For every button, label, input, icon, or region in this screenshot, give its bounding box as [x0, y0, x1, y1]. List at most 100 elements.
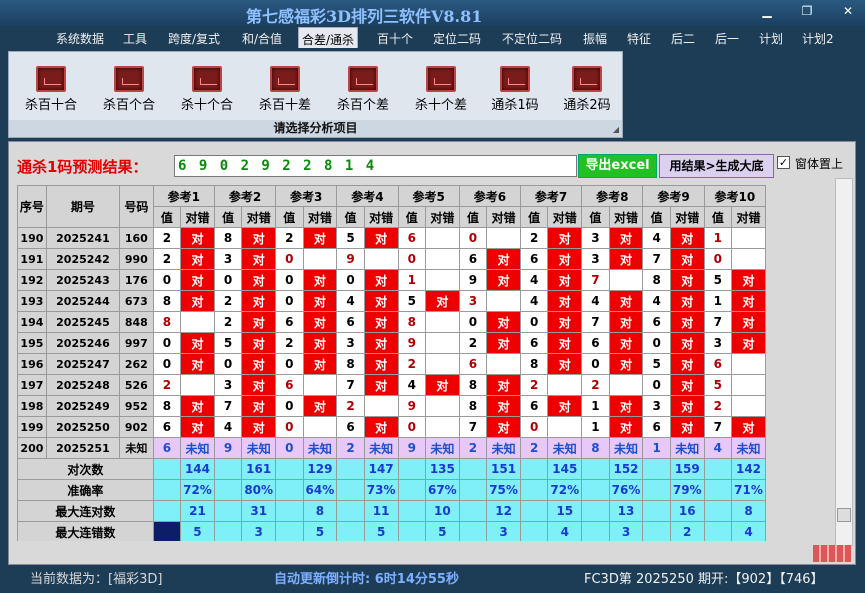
stats-spacer	[458, 500, 488, 522]
table-row[interactable]: 198 2025249 952 8 对 7 对 0 对 2 9 8 对 6 对 1 对 3 对 2	[17, 395, 766, 417]
menu-feature[interactable]: 特征	[627, 30, 651, 47]
result-cell: 对	[241, 395, 277, 417]
subheader-value: 值	[703, 206, 733, 228]
stats-label: 对次数	[17, 458, 154, 480]
result-cell: 对	[241, 248, 277, 270]
result-cell: 未知	[608, 437, 644, 459]
stats-value: 152	[608, 458, 644, 480]
result-cell	[424, 269, 460, 291]
seq-cell: 198	[17, 395, 47, 417]
vertical-scrollbar[interactable]	[835, 178, 853, 546]
stats-spacer	[581, 521, 610, 541]
menu-tools[interactable]: 工具	[123, 30, 147, 47]
table-row[interactable]: 196 2025247 262 0 对 0 对 0 对 8 对 2 6 8 对 0 对 5 对 6	[17, 353, 766, 375]
menu-position-two[interactable]: 定位二码	[433, 30, 481, 47]
value-cell: 2	[152, 374, 182, 396]
value-cell: 0	[275, 290, 304, 312]
ribbon-button-2[interactable]: 杀百个合	[91, 62, 167, 113]
value-cell: 1	[703, 290, 733, 312]
ribbon-button-8[interactable]: 通杀2码	[549, 62, 625, 113]
minimize-icon[interactable]: ▁	[757, 4, 777, 18]
result-cell	[180, 311, 215, 333]
dialog-launcher-icon[interactable]: ◢	[613, 125, 619, 134]
value-cell: 0	[152, 332, 182, 354]
stats-value: 16	[669, 500, 705, 522]
stats-row: 准确率 72% 80% 64% 73% 67% 75% 72% 76% 79% 71%	[17, 479, 766, 501]
value-cell: 0	[519, 311, 549, 333]
value-cell: 6	[275, 311, 304, 333]
close-icon[interactable]: ✕	[838, 4, 858, 18]
scroll-thumb[interactable]	[837, 508, 851, 522]
value-cell: 2	[152, 227, 182, 249]
stats-spacer	[642, 458, 671, 480]
table-row[interactable]: 190 2025241 160 2 对 8 对 2 对 5 对 6 0 2 对 3 对 4 对 1	[17, 227, 766, 249]
ribbon-button-1[interactable]: 杀百十合	[13, 62, 89, 113]
number-cell: 902	[119, 416, 154, 438]
result-cell	[424, 353, 460, 375]
last-draw-info: FC3D第 2025250 期开:【902】【746】	[584, 572, 824, 587]
menu-sum-diff[interactable]: 合差/通杀	[298, 27, 359, 48]
value-cell: 0	[275, 353, 304, 375]
menu-sum[interactable]: 和/合值	[242, 30, 282, 47]
stay-on-top-checkbox[interactable]: ✓	[777, 156, 790, 169]
ribbon-button-7[interactable]: 通杀1码	[477, 62, 553, 113]
chart-icon	[36, 66, 66, 92]
table-row[interactable]: 191 2025242 990 2 对 3 对 0 9 0 6 对 6 对 3 对 7 对 0	[17, 248, 766, 270]
result-cell: 对	[241, 269, 277, 291]
result-cell	[731, 248, 766, 270]
value-cell: 0	[275, 395, 304, 417]
stats-spacer	[581, 479, 610, 501]
menu-plan[interactable]: 计划	[759, 30, 783, 47]
restore-icon[interactable]: ❐	[797, 4, 817, 18]
table-row[interactable]: 200 2025251 未知 6 未知 9 未知 0 未知 2 未知 9 未知 2 未知 2 未知 8 未知 1 未知 4…	[17, 437, 766, 459]
value-cell: 6	[642, 416, 671, 438]
table-row[interactable]: 194 2025245 848 8 2 对 6 对 6 对 8 0 对 0 对 7 对 6 对 7 对	[17, 311, 766, 333]
ribbon-button-6[interactable]: 杀十个差	[403, 62, 479, 113]
value-cell: 0	[336, 269, 365, 291]
result-cell: 未知	[547, 437, 583, 459]
stats-value: 135	[424, 458, 460, 480]
result-cell	[424, 332, 460, 354]
menu-plan-2[interactable]: 计划2	[802, 30, 834, 47]
table-row[interactable]: 193 2025244 673 8 对 2 对 0 对 4 对 5 对 3 4 对 4 对 4 对 1 对	[17, 290, 766, 312]
chart-icon	[572, 66, 602, 92]
header-ref-6: 参考6	[458, 185, 521, 207]
stats-value: 12	[486, 500, 521, 522]
value-cell: 0	[152, 353, 182, 375]
result-cell: 对	[180, 227, 215, 249]
menu-non-position-two[interactable]: 不定位二码	[502, 30, 562, 47]
ribbon-button-4[interactable]: 杀百十差	[247, 62, 323, 113]
result-cell: 对	[731, 332, 766, 354]
menu-span[interactable]: 跨度/复式	[168, 30, 220, 47]
stats-value: 8	[302, 500, 338, 522]
table-row[interactable]: 195 2025246 997 0 对 5 对 2 对 3 对 9 2 对 6 对 6 对 0 对 3 对	[17, 332, 766, 354]
subheader-result: 对错	[486, 206, 521, 228]
stats-spacer	[519, 500, 549, 522]
result-cell: 对	[547, 227, 583, 249]
value-cell: 7	[458, 416, 488, 438]
result-cell	[424, 248, 460, 270]
table-row[interactable]: 197 2025248 526 2 3 对 6 7 对 4 对 8 对 2 2 0 对 5	[17, 374, 766, 396]
number-cell: 997	[119, 332, 154, 354]
ribbon-button-3[interactable]: 杀十个合	[169, 62, 245, 113]
table-row[interactable]: 199 2025250 902 6 对 4 对 0 6 对 0 7 对 0 1 对 6 对 7 对	[17, 416, 766, 438]
menu-last-two[interactable]: 后二	[671, 30, 695, 47]
ribbon-button-5[interactable]: 杀百个差	[325, 62, 401, 113]
value-cell: 6	[519, 332, 549, 354]
table-row[interactable]: 192 2025243 176 0 对 0 对 0 对 0 对 1 9 对 4 对 7 8 对 5 对	[17, 269, 766, 291]
result-cell: 对	[547, 395, 583, 417]
stats-spacer	[519, 479, 549, 501]
menu-last-one[interactable]: 后一	[715, 30, 739, 47]
stats-value: 161	[241, 458, 277, 480]
generate-base-button[interactable]: 用结果>生成大底	[659, 154, 774, 178]
seq-cell: 195	[17, 332, 47, 354]
menu-hundreds-tens-units[interactable]: 百十个	[377, 30, 413, 47]
result-cell: 对	[302, 269, 338, 291]
stats-spacer	[213, 458, 243, 480]
export-excel-button[interactable]: 导出excel	[578, 154, 657, 178]
value-cell: 2	[397, 353, 426, 375]
menu-amplitude[interactable]: 振幅	[583, 30, 607, 47]
header-ref-8: 参考8	[581, 185, 644, 207]
menu-system-data[interactable]: 系统数据	[56, 30, 104, 47]
prediction-result-field[interactable]: 6 9 0 2 9 2 2 8 1 4	[174, 155, 577, 177]
